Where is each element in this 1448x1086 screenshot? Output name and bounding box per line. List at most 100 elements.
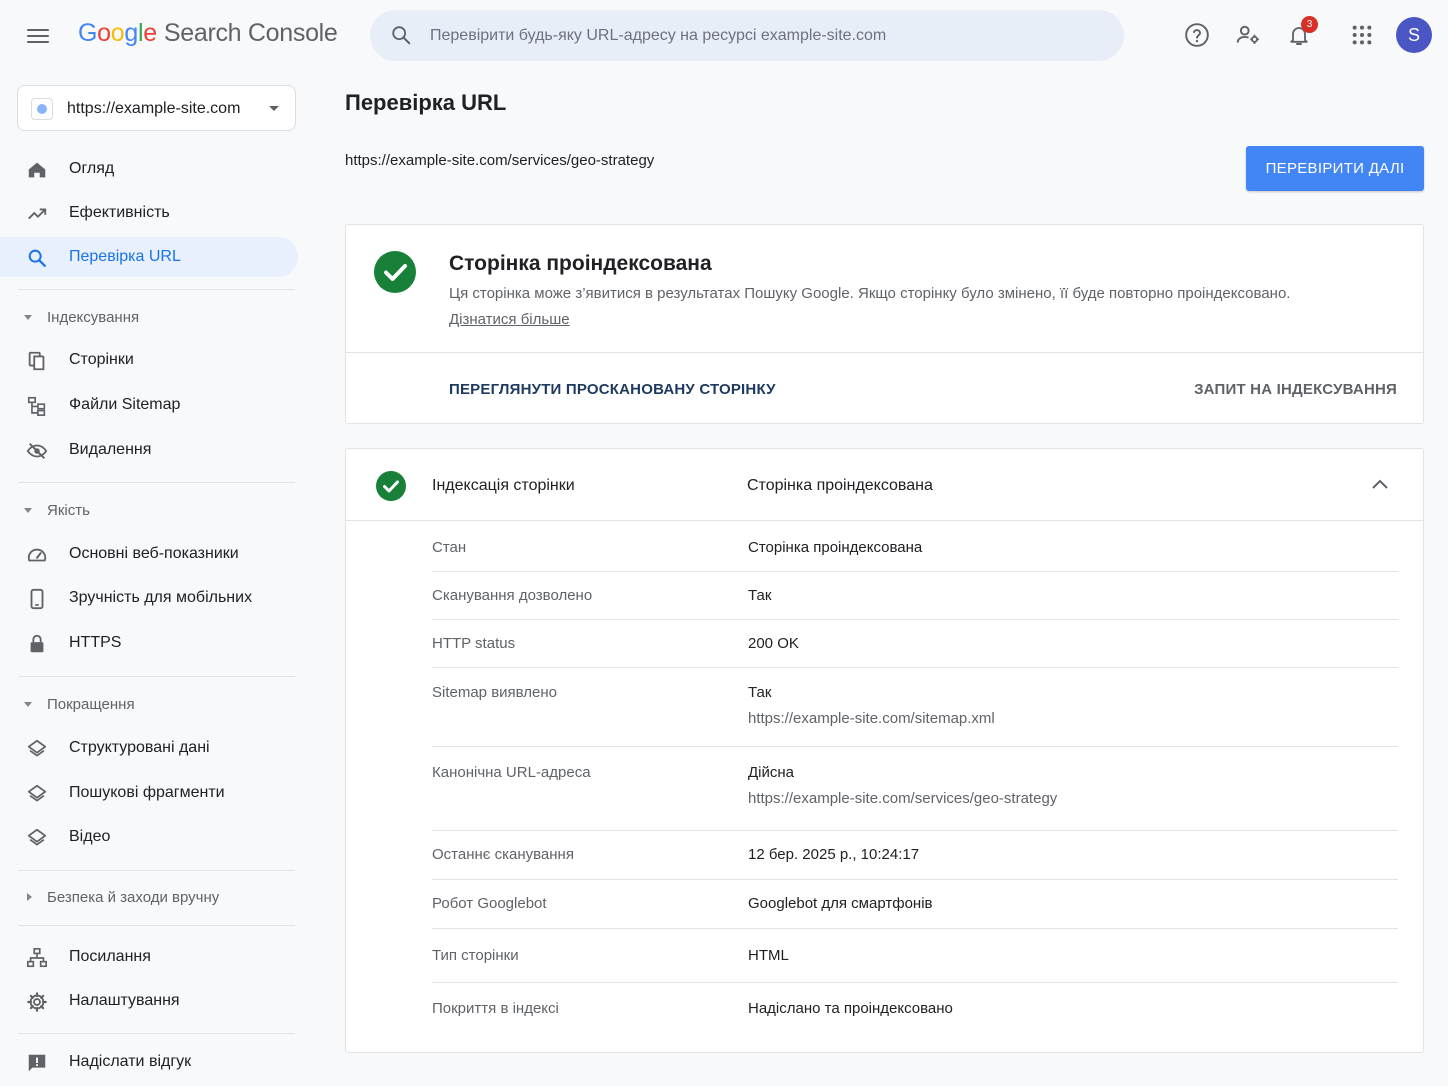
top-app-bar: GoogleSearch Console 3 S <box>0 0 1448 72</box>
row-key: Покриття в індексі <box>432 1000 559 1017</box>
url-search-input[interactable] <box>430 10 1110 61</box>
nav-section-security[interactable]: Безпека й заходи вручну <box>0 883 298 913</box>
status-description: Ця сторінка може з’явитися в результатах… <box>449 285 1291 302</box>
nav-label: Налаштування <box>69 992 180 1009</box>
row-key: Тип сторінки <box>432 947 519 964</box>
nav-item-search-snippets[interactable]: Пошукові фрагменти <box>0 773 298 813</box>
chevron-up-icon[interactable] <box>1371 478 1389 490</box>
row-divider <box>432 667 1398 668</box>
nav-item-video[interactable]: Відео <box>0 817 298 857</box>
nav-section-indexing[interactable]: Індексування <box>0 303 298 333</box>
row-value: Дійсна <box>748 764 794 781</box>
check-circle-icon <box>376 471 406 501</box>
row-value: Так <box>748 684 772 701</box>
nav-item-core-web-vitals[interactable]: Основні веб-показники <box>0 534 298 574</box>
row-value: Сторінка проіндексована <box>748 539 923 556</box>
nav-item-url-inspection[interactable]: Перевірка URL <box>0 237 298 277</box>
row-value: HTML <box>748 947 789 964</box>
property-selector[interactable]: https://example-site.com <box>17 85 296 131</box>
nav-item-removals[interactable]: Видалення <box>0 430 298 470</box>
row-value: Googlebot для смартфонів <box>748 895 933 912</box>
nav-label: Сторінки <box>69 351 134 368</box>
expand-triangle-icon <box>24 508 32 513</box>
pages-icon <box>28 351 45 371</box>
learn-more-link[interactable]: Дізнатися більше <box>449 311 570 328</box>
nav-label: Відео <box>69 828 111 845</box>
menu-icon[interactable] <box>22 22 54 50</box>
card-divider <box>346 352 1423 353</box>
canonical-url[interactable]: https://example-site.com/services/geo-st… <box>748 790 1057 807</box>
nav-item-overview[interactable]: Огляд <box>0 149 298 189</box>
logo-letter: o <box>110 19 125 47</box>
notifications-icon[interactable]: 3 <box>1282 16 1318 52</box>
home-icon <box>28 162 46 178</box>
row-key: Робот Googlebot <box>432 895 547 912</box>
manage-users-icon[interactable] <box>1231 18 1265 52</box>
row-key: Sitemap виявлено <box>432 684 558 701</box>
help-icon[interactable] <box>1180 18 1214 52</box>
row-key: Останнє сканування <box>432 846 574 863</box>
trending-up-icon <box>28 208 47 220</box>
layers-icon <box>27 784 47 802</box>
request-indexing-link[interactable]: ЗАПИТ НА ІНДЕКСУВАННЯ <box>1194 381 1397 398</box>
page-title: Перевірка URL <box>345 90 507 115</box>
inspect-further-button[interactable]: ПЕРЕВІРИТИ ДАЛІ <box>1246 146 1424 191</box>
links-icon <box>27 948 47 968</box>
account-avatar[interactable]: S <box>1396 17 1432 53</box>
url-search-bar[interactable] <box>370 10 1124 61</box>
speed-gauge-icon <box>27 548 47 562</box>
nav-item-sitemaps[interactable]: Файли Sitemap <box>0 385 298 425</box>
row-value: 200 OK <box>748 635 799 652</box>
row-key: Сканування дозволено <box>432 587 593 604</box>
sitemap-url[interactable]: https://example-site.com/sitemap.xml <box>748 710 995 727</box>
expand-triangle-icon <box>24 702 32 707</box>
nav-item-performance[interactable]: Ефективність <box>0 193 298 233</box>
nav-label: Перевірка URL <box>69 248 181 265</box>
row-divider <box>432 746 1398 747</box>
nav-item-structured-data[interactable]: Структуровані дані <box>0 728 298 768</box>
row-divider <box>432 928 1398 929</box>
nav-item-https[interactable]: HTTPS <box>0 623 298 663</box>
nav-item-send-feedback[interactable]: Надіслати відгук <box>0 1042 298 1082</box>
row-divider <box>432 982 1398 983</box>
product-name: Search Console <box>163 19 338 47</box>
nav-label: Структуровані дані <box>69 739 210 756</box>
status-title: Сторінка проіндексована <box>449 252 712 275</box>
inspected-url: https://example-site.com/services/geo-st… <box>345 152 655 169</box>
nav-divider <box>18 482 295 483</box>
collapsed-triangle-icon <box>27 893 32 901</box>
nav-label: Огляд <box>69 160 115 177</box>
nav-section-quality[interactable]: Якість <box>0 496 298 526</box>
page-indexing-header[interactable]: Індексація сторінки Сторінка проіндексов… <box>346 449 1423 521</box>
page-indexing-card: Індексація сторінки Сторінка проіндексов… <box>345 448 1424 1053</box>
row-key: Канонічна URL-адреса <box>432 764 591 781</box>
section-title: Якість <box>47 502 90 519</box>
view-crawled-page-link[interactable]: ПЕРЕГЛЯНУТИ ПРОСКАНОВАНУ СТОРІНКУ <box>449 381 776 398</box>
nav-label: Пошукові фрагменти <box>69 784 225 801</box>
search-icon <box>28 249 46 267</box>
row-divider <box>432 879 1398 880</box>
nav-section-enhancements[interactable]: Покращення <box>0 690 298 720</box>
row-key: HTTP status <box>432 635 516 652</box>
notification-count-badge: 3 <box>1301 16 1318 33</box>
dropdown-caret-icon <box>269 106 279 111</box>
row-value: 12 бер. 2025 р., 10:24:17 <box>748 846 920 863</box>
apps-icon[interactable] <box>1345 18 1379 52</box>
expand-triangle-icon <box>24 315 32 320</box>
nav-item-mobile-usability[interactable]: Зручність для мобільних <box>0 578 298 618</box>
removals-icon <box>26 442 48 460</box>
section-title: Покращення <box>47 696 135 713</box>
smartphone-icon <box>30 588 44 610</box>
row-divider <box>432 619 1398 620</box>
sitemap-icon <box>27 396 46 416</box>
row-divider <box>432 830 1398 831</box>
index-status-card: Сторінка проіндексована Ця сторінка може… <box>345 224 1424 424</box>
nav-item-links[interactable]: Посилання <box>0 937 298 977</box>
nav-label: Видалення <box>69 441 152 458</box>
google-search-console-logo[interactable]: Google Search Console <box>78 19 338 48</box>
nav-item-pages[interactable]: Сторінки <box>0 340 298 380</box>
site-favicon-icon <box>31 98 53 120</box>
nav-item-settings[interactable]: Налаштування <box>0 981 298 1021</box>
lock-icon <box>30 634 44 653</box>
nav-label: Надіслати відгук <box>69 1053 192 1070</box>
